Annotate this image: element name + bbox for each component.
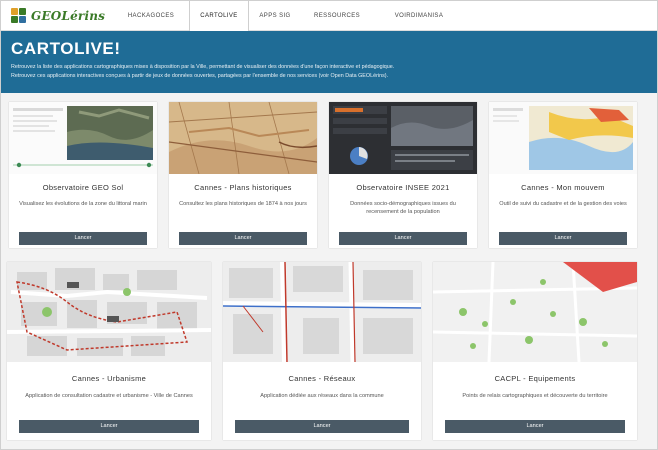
- card-title: Cannes - Urbanisme: [71, 374, 147, 383]
- logo-icon: [11, 7, 27, 24]
- page-title: CARTOLIVE!: [11, 39, 121, 58]
- logo[interactable]: GEOLérins: [1, 7, 113, 24]
- card-title: Observatoire GEO Sol: [42, 183, 124, 192]
- card-thumbnail[interactable]: [433, 262, 637, 362]
- launch-button[interactable]: Lancer: [339, 232, 467, 245]
- tab-ressources[interactable]: RESSOURCES: [301, 1, 373, 31]
- tab-hackagoces[interactable]: HACKAGOCES: [113, 1, 189, 31]
- app-card: CACPL - Equipements Points de relais car…: [433, 262, 637, 440]
- card-title: Cannes - Réseaux: [288, 374, 356, 383]
- card-description: Application dédiée aux réseaux dans la c…: [260, 393, 384, 399]
- app-card: Cannes - Plans historiques Consultez les…: [169, 102, 317, 248]
- tab-cartolive[interactable]: CARTOLIVE: [189, 0, 249, 32]
- card-description: Visualisez les évolutions de la zone du …: [19, 201, 147, 207]
- card-thumbnail[interactable]: [169, 102, 317, 174]
- intro-line-1: Retrouvez la liste des applications cart…: [11, 64, 395, 70]
- tab-voirdimanisa[interactable]: VOIRDIMANISA: [373, 1, 465, 31]
- card-thumbnail[interactable]: [329, 102, 477, 174]
- app-card: Cannes - Réseaux Application dédiée aux …: [223, 262, 421, 440]
- page: GEOLérins HACKAGOCES CARTOLIVE APPS SIG …: [0, 0, 658, 450]
- app-card: Cannes - Mon mouvem Outil de suivi du ca…: [489, 102, 637, 248]
- card-description: Données socio-démographiques issues du r…: [350, 201, 456, 215]
- launch-button[interactable]: Lancer: [445, 420, 625, 433]
- card-thumbnail[interactable]: [7, 262, 211, 362]
- card-thumbnail[interactable]: [9, 102, 157, 174]
- app-card: Observatoire INSEE 2021 Données socio-dé…: [329, 102, 477, 248]
- tab-apps-sig[interactable]: APPS SIG: [249, 1, 301, 31]
- card-title: Observatoire INSEE 2021: [356, 183, 450, 192]
- launch-button[interactable]: Lancer: [499, 232, 627, 245]
- card-title: Cannes - Plans historiques: [194, 183, 292, 192]
- card-thumbnail[interactable]: [223, 262, 421, 362]
- header-band: CARTOLIVE! Retrouvez la liste des applic…: [1, 31, 657, 93]
- card-description: Consultez les plans historiques de 1874 …: [179, 201, 307, 207]
- top-navigation: GEOLérins HACKAGOCES CARTOLIVE APPS SIG …: [1, 0, 657, 32]
- card-title: Cannes - Mon mouvem: [521, 183, 605, 192]
- launch-button[interactable]: Lancer: [19, 420, 199, 433]
- card-description: Outil de suivi du cadastre et de la gest…: [499, 201, 627, 207]
- card-thumbnail[interactable]: [489, 102, 637, 174]
- nav-tabs: HACKAGOCES CARTOLIVE APPS SIG RESSOURCES…: [113, 0, 465, 32]
- card-title: CACPL - Equipements: [494, 374, 576, 383]
- intro-line-2: Retrouvez ces applications interactives …: [11, 73, 389, 79]
- launch-button[interactable]: Lancer: [235, 420, 409, 433]
- launch-button[interactable]: Lancer: [19, 232, 147, 245]
- launch-button[interactable]: Lancer: [179, 232, 307, 245]
- logo-text: GEOLérins: [31, 8, 106, 23]
- app-card: Cannes - Urbanisme Application de consul…: [7, 262, 211, 440]
- card-description: Points de relais cartographiques et déco…: [462, 393, 608, 399]
- card-description: Application de consultation cadastre et …: [25, 393, 193, 399]
- app-card: Observatoire GEO Sol Visualisez les évol…: [9, 102, 157, 248]
